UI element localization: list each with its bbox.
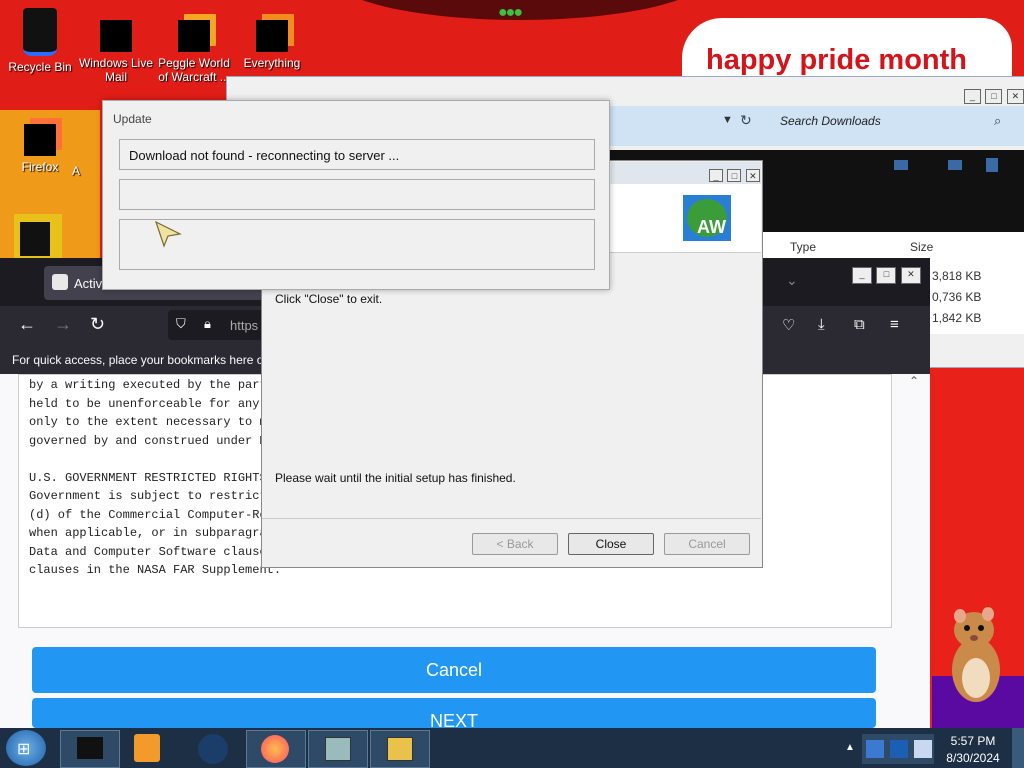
desktop-icon-everything[interactable]: Everything [232, 20, 312, 70]
setup-wait-text: Please wait until the initial setup has … [275, 471, 516, 485]
maximize-icon[interactable]: □ [727, 169, 742, 182]
app-icon [14, 214, 62, 258]
display-icon[interactable] [890, 740, 908, 758]
minimize-icon[interactable]: _ [964, 89, 981, 104]
lock-icon: 🔒︎ [204, 316, 211, 331]
search-icon [256, 20, 288, 52]
update-detail-field [119, 219, 595, 270]
file-size: 1,842 KB [932, 311, 982, 325]
app-icon [77, 737, 103, 759]
explorer-search-input[interactable]: Search Downloads [780, 114, 881, 128]
system-tray [862, 734, 934, 764]
desktop-icon-recycle-bin[interactable]: Recycle Bin [0, 8, 80, 74]
firefox-icon [24, 124, 56, 156]
mouse-cursor-icon [154, 220, 182, 248]
update-status-field: Download not found - reconnecting to ser… [119, 139, 595, 170]
installer-icon [325, 737, 351, 761]
network-icon[interactable] [866, 740, 884, 758]
tab-title: Activ [74, 276, 103, 291]
taskbar-item-app[interactable] [60, 730, 120, 768]
minimize-icon[interactable]: _ [709, 169, 723, 182]
mail-icon [100, 20, 132, 52]
file-size: 0,736 KB [932, 290, 982, 304]
explorer-window-controls: _ □ ✕ [964, 86, 1024, 104]
desktop-icon-peggle[interactable]: Peggle World of Warcraft ... [154, 20, 234, 84]
recycle-bin-icon [23, 8, 57, 56]
reload-icon[interactable]: ↻ [90, 314, 105, 335]
clock-date: 8/30/2024 [946, 751, 1000, 765]
cancel-button[interactable]: Cancel [32, 647, 876, 693]
maximize-icon[interactable]: □ [985, 89, 1003, 104]
taskbar-item-setup[interactable] [308, 730, 368, 768]
menu-icon[interactable]: ≡ [890, 316, 899, 333]
desktop-icon-label: Firefox [21, 160, 59, 174]
url-text: https [230, 318, 259, 333]
column-header-size[interactable]: Size [910, 240, 933, 254]
help-icon[interactable] [986, 158, 998, 172]
column-header-type[interactable]: Type [790, 240, 816, 254]
media-player-icon[interactable] [134, 734, 160, 762]
shield-icon: ⛉ [176, 316, 186, 331]
setup-exit-text: Click "Close" to exit. [275, 292, 383, 306]
back-icon[interactable]: ← [18, 314, 36, 335]
taskbar-item-update[interactable] [370, 730, 430, 768]
firefox-window-controls: _ □ ✕ [852, 264, 921, 284]
bookmarks-hint: For quick access, place your bookmarks h… [12, 353, 268, 367]
update-progress-field [119, 179, 595, 210]
chevron-down-icon[interactable]: ▼ [722, 114, 733, 126]
taskbar-item-firefox[interactable] [246, 730, 306, 768]
start-button[interactable]: ⊞ [6, 730, 46, 766]
peggle-icon [178, 20, 210, 52]
desktop-icon-label: Everything [243, 56, 301, 70]
globe-icon[interactable] [198, 734, 228, 764]
setup-divider [262, 518, 761, 519]
volume-icon[interactable] [914, 740, 932, 758]
desktop-icon-app[interactable]: A [56, 164, 96, 178]
next-button[interactable]: NEXT [32, 698, 876, 728]
forward-icon[interactable]: → [54, 314, 72, 335]
tab-favicon-icon [52, 274, 68, 290]
close-icon[interactable]: ✕ [1006, 89, 1024, 104]
file-size: 3,818 KB [932, 269, 982, 283]
extensions-icon[interactable]: ⧉ [854, 316, 865, 333]
firefox-icon [261, 735, 289, 763]
scroll-up-icon[interactable]: ⌃ [906, 374, 922, 390]
desktop-icon-windows-live-mail[interactable]: Windows Live Mail [76, 20, 156, 84]
minimize-icon[interactable]: _ [852, 267, 872, 284]
pride-banner-text: happy pride month [706, 44, 967, 76]
taskbar-clock[interactable]: 5:57 PM 8/30/2024 [940, 733, 1006, 767]
globe-logo-icon: AW [682, 194, 732, 242]
desktop-icon-label: Windows Live Mail [78, 56, 154, 84]
clock-time: 5:57 PM [950, 734, 996, 748]
desktop-icon-label: Recycle Bin [8, 60, 72, 74]
close-icon[interactable]: ✕ [745, 169, 760, 182]
hamster-image [952, 607, 1000, 702]
view-icon[interactable] [894, 160, 908, 170]
desktop-icon-label: A [71, 164, 80, 178]
update-icon [387, 737, 413, 761]
pane-icon[interactable] [948, 160, 962, 170]
search-icon[interactable]: ⌕ [994, 113, 1001, 129]
wallpaper-dots: ●●● [498, 4, 523, 21]
desktop-icon-label: Peggle World of Warcraft ... [158, 56, 230, 84]
download-icon[interactable]: ⤓ [818, 316, 825, 333]
maximize-icon[interactable]: □ [876, 267, 897, 284]
setup-window-controls: _ □ ✕ [709, 166, 760, 184]
tab-list-icon[interactable]: ⌄ [786, 272, 798, 289]
refresh-icon[interactable]: ↻ [740, 112, 752, 129]
cancel-setup-button[interactable]: Cancel [664, 533, 750, 555]
back-button[interactable]: < Back [472, 533, 558, 555]
update-status-text: Download not found - reconnecting to ser… [129, 148, 400, 163]
update-dialog-title: Update [113, 112, 152, 126]
windows-logo-icon: ⊞ [17, 741, 31, 758]
pocket-icon[interactable]: ♡ [782, 316, 795, 334]
url-bar[interactable]: ⛉ 🔒︎ https [168, 310, 268, 340]
close-button[interactable]: Close [568, 533, 654, 555]
show-desktop-button[interactable] [1012, 728, 1024, 768]
close-icon[interactable]: ✕ [900, 267, 921, 284]
show-hidden-icons-icon[interactable]: ▲ [845, 742, 855, 753]
